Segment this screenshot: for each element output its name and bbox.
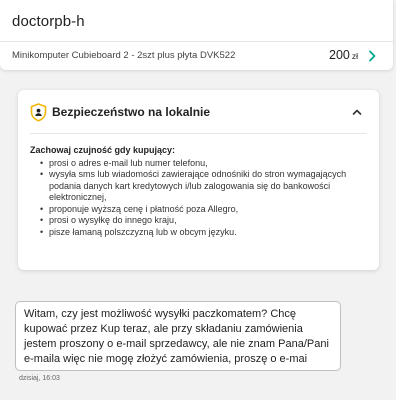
security-info-card: Bezpieczeństwo na lokalnie Zachowaj czuj…: [18, 90, 379, 270]
security-list: prosi o adres e-mail lub numer telefonu,…: [30, 158, 370, 239]
security-list-item: wysyła sms lub wiadomości zawierające od…: [30, 169, 370, 204]
offer-price: 200 zł: [329, 48, 358, 62]
security-body: Zachowaj czujność gdy kupujący: prosi o …: [30, 145, 370, 238]
chevron-up-icon[interactable]: [351, 106, 363, 118]
security-divider: [30, 133, 367, 134]
message-timestamp: dzisiaj, 16:03: [19, 375, 60, 382]
chevron-right-icon[interactable]: [365, 49, 379, 63]
header-divider: [0, 41, 393, 42]
offer-header: doctorpb-h Minikomputer Cubieboard 2 - 2…: [0, 0, 393, 70]
price-currency: zł: [351, 51, 358, 61]
security-title: Bezpieczeństwo na lokalnie: [52, 105, 211, 119]
security-list-item: prosi o adres e-mail lub numer telefonu,: [30, 158, 370, 170]
security-list-item: proponuje wyższą cenę i płatność poza Al…: [30, 204, 370, 216]
seller-name[interactable]: doctorpb-h: [12, 13, 85, 30]
offer-title[interactable]: Minikomputer Cubieboard 2 - 2szt plus pł…: [12, 50, 235, 61]
message-bubble: Witam, czy jest możliwość wysyłki paczko…: [15, 301, 341, 371]
security-lead: Zachowaj czujność gdy kupujący:: [30, 145, 176, 155]
security-list-item: prosi o wysyłkę do innego kraju,: [30, 215, 370, 227]
security-list-item: pisze łamaną polszczyzną lub w obcym jęz…: [30, 227, 370, 239]
shield-user-icon: [30, 103, 47, 122]
price-value: 200: [329, 48, 350, 62]
